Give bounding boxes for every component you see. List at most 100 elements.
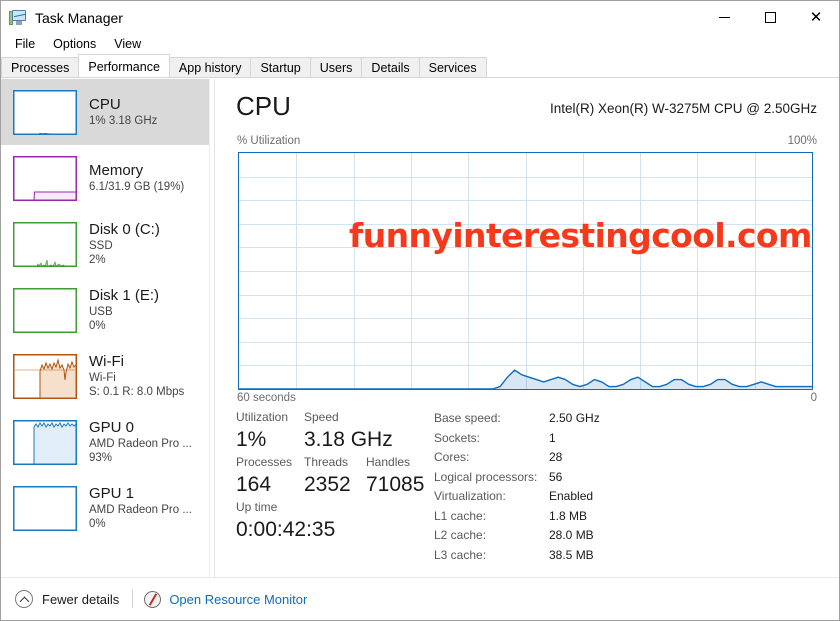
sidebar-gpu0-text: GPU 0 AMD Radeon Pro ... 93%: [89, 419, 192, 465]
content-area: CPU 1% 3.18 GHz Memory 6.1/31.9 GB (19%): [1, 79, 839, 577]
resource-sidebar: CPU 1% 3.18 GHz Memory 6.1/31.9 GB (19%): [1, 79, 215, 577]
spec-l2-cache-label: L2 cache:: [434, 528, 487, 542]
tab-app-history[interactable]: App history: [168, 57, 252, 77]
sidebar-gpu1-usage: 0%: [89, 518, 106, 530]
sidebar-memory-text: Memory 6.1/31.9 GB (19%): [89, 162, 184, 194]
status-bar: Fewer details Open Resource Monitor: [1, 577, 839, 620]
cpu-specs-list: Base speed: 2.50 GHz Sockets: 1 Cores: 2…: [434, 409, 654, 565]
spec-row-sockets: Sockets: 1: [434, 429, 654, 449]
spec-sockets-value: 1: [549, 430, 556, 445]
fewer-details-button[interactable]: Fewer details: [15, 590, 119, 608]
sidebar-gpu0-title: GPU 0: [89, 419, 135, 436]
disk1-thumbnail-graph: [13, 287, 77, 333]
sidebar-item-gpu1[interactable]: GPU 1 AMD Radeon Pro ... 0%: [1, 475, 214, 541]
sidebar-disk0-usage: 2%: [89, 254, 106, 266]
stat-row-uptime: Up time 0:00:42:35: [236, 499, 451, 544]
spec-sockets-label: Sockets:: [434, 430, 481, 445]
sidebar-item-disk1[interactable]: Disk 1 (E:) USB 0%: [1, 277, 214, 343]
spec-cores-label: Cores:: [434, 450, 470, 464]
stat-speed: Speed 3.18 GHz: [304, 409, 424, 454]
spec-row-virtualization: Virtualization: Enabled: [434, 487, 654, 507]
spec-l3-cache-label: L3 cache:: [434, 547, 487, 562]
stat-utilization: Utilization 1%: [236, 409, 304, 454]
stat-threads: Threads 2352: [304, 454, 366, 499]
stat-handles-label: Handles: [366, 455, 411, 469]
sidebar-item-disk0[interactable]: Disk 0 (C:) SSD 2%: [1, 211, 214, 277]
close-button[interactable]: ✕: [793, 1, 839, 33]
tab-performance[interactable]: Performance: [78, 54, 170, 77]
cpu-thumbnail-graph: [13, 89, 77, 135]
status-divider: [132, 590, 134, 608]
sidebar-disk0-title: Disk 0 (C:): [89, 221, 160, 238]
minimize-button[interactable]: [701, 1, 747, 33]
sidebar-wifi-type: Wi-Fi: [89, 372, 116, 384]
open-resource-monitor-label: Open Resource Monitor: [169, 591, 308, 607]
memory-thumbnail-graph: [13, 155, 77, 201]
stat-speed-label: Speed: [304, 410, 339, 424]
sidebar-disk1-type: USB: [89, 306, 113, 318]
sidebar-wifi-title: Wi-Fi: [89, 353, 124, 370]
wifi-thumbnail-graph: [13, 353, 77, 399]
chevron-up-icon: [15, 590, 33, 608]
tab-details[interactable]: Details: [361, 57, 420, 77]
spec-row-l2-cache: L2 cache: 28.0 MB: [434, 526, 654, 546]
task-manager-icon: [9, 9, 27, 27]
open-resource-monitor-link[interactable]: Open Resource Monitor: [144, 590, 308, 608]
sidebar-disk0-type: SSD: [89, 240, 113, 252]
cpu-summary-stats: Utilization 1% Speed 3.18 GHz Processes …: [236, 409, 451, 544]
sidebar-disk1-usage: 0%: [89, 320, 106, 332]
menu-item-file[interactable]: File: [7, 35, 43, 53]
y-axis-label: % Utilization: [237, 135, 301, 147]
sidebar-gpu0-model: AMD Radeon Pro ...: [89, 438, 192, 450]
window-title: Task Manager: [35, 10, 123, 26]
menu-item-options[interactable]: Options: [45, 35, 104, 53]
tab-strip: Processes Performance App history Startu…: [1, 54, 839, 78]
stat-speed-value: 3.18 GHz: [304, 428, 393, 451]
sidebar-item-gpu0[interactable]: GPU 0 AMD Radeon Pro ... 93%: [1, 409, 214, 475]
stat-utilization-value: 1%: [236, 428, 267, 451]
stat-utilization-label: Utilization: [236, 410, 289, 424]
sidebar-item-memory[interactable]: Memory 6.1/31.9 GB (19%): [1, 145, 214, 211]
sidebar-scrollbar[interactable]: [209, 79, 214, 577]
cpu-detail-panel: CPU Intel(R) Xeon(R) W-3275M CPU @ 2.50G…: [216, 79, 839, 577]
sidebar-item-cpu[interactable]: CPU 1% 3.18 GHz: [1, 79, 214, 145]
spec-l2-cache-value: 28.0 MB: [549, 528, 594, 542]
stat-handles: Handles 71085: [366, 454, 436, 499]
sidebar-memory-title: Memory: [89, 162, 144, 179]
tab-processes[interactable]: Processes: [1, 57, 80, 77]
title-bar: Task Manager ✕: [1, 1, 839, 35]
gpu0-thumbnail-graph: [13, 419, 77, 465]
sidebar-wifi-throughput: S: 0.1 R: 8.0 Mbps: [89, 386, 185, 398]
page-title: CPU: [236, 91, 291, 121]
tab-startup[interactable]: Startup: [250, 57, 311, 77]
tab-services[interactable]: Services: [418, 57, 487, 77]
gpu1-thumbnail-graph: [13, 485, 77, 531]
spec-l1-cache-value: 1.8 MB: [549, 508, 588, 523]
disk0-thumbnail-graph: [13, 221, 77, 267]
stat-processes: Processes 164: [236, 454, 304, 499]
spec-virtualization-value: Enabled: [549, 489, 594, 503]
close-icon: ✕: [809, 7, 823, 26]
menu-item-view[interactable]: View: [106, 35, 149, 53]
sidebar-gpu1-text: GPU 1 AMD Radeon Pro ... 0%: [89, 485, 192, 531]
spec-row-l3-cache: L3 cache: 38.5 MB: [434, 546, 654, 566]
stat-row-processes-threads-handles: Processes 164 Threads 2352 Handles 71085: [236, 454, 451, 499]
stat-uptime: Up time 0:00:42:35: [236, 499, 335, 544]
cpu-utilization-graph: funnyinterestingcool.com: [238, 152, 813, 390]
maximize-button[interactable]: [747, 1, 793, 33]
spec-base-speed-label: Base speed:: [434, 411, 501, 425]
sidebar-item-wifi[interactable]: Wi-Fi Wi-Fi S: 0.1 R: 8.0 Mbps: [1, 343, 214, 409]
x-axis-right-label: 0: [810, 392, 817, 404]
stat-uptime-value: 0:00:42:35: [236, 518, 336, 541]
tab-users[interactable]: Users: [309, 57, 363, 77]
sidebar-gpu1-title: GPU 1: [89, 485, 135, 502]
spec-virtualization-label: Virtualization:: [434, 489, 506, 503]
sidebar-memory-stats: 6.1/31.9 GB (19%): [89, 181, 185, 193]
minimize-icon: [718, 16, 730, 18]
sidebar-cpu-stats: 1% 3.18 GHz: [89, 115, 158, 127]
spec-base-speed-value: 2.50 GHz: [549, 411, 600, 425]
stat-processes-value: 164: [236, 473, 272, 496]
spec-logical-processors-value: 56: [549, 469, 563, 484]
spec-row-l1-cache: L1 cache: 1.8 MB: [434, 507, 654, 527]
menu-bar: File Options View: [1, 33, 839, 55]
